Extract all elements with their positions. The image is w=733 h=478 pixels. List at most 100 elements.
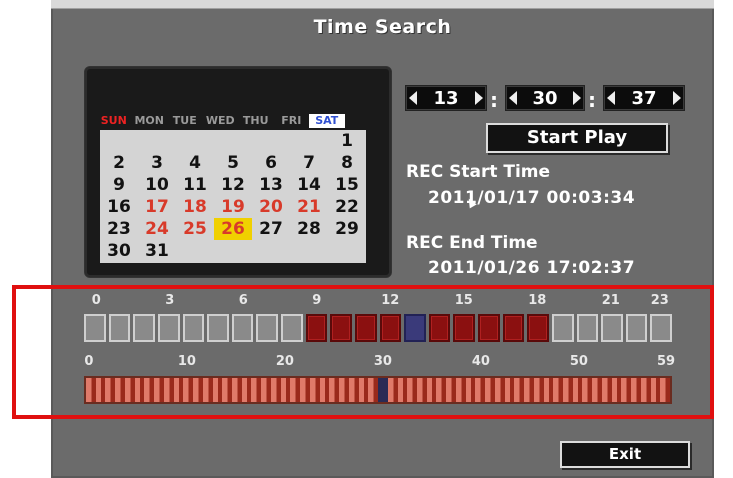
hour-slot[interactable] [576, 314, 599, 342]
hour-slot[interactable] [453, 314, 475, 342]
minute-slot[interactable] [611, 378, 622, 402]
calendar-day[interactable]: 11 [176, 174, 214, 196]
calendar-day[interactable]: 28 [290, 218, 328, 240]
hour-slot[interactable] [157, 314, 180, 342]
calendar-day[interactable]: 21 [290, 196, 328, 218]
hour-slot[interactable] [281, 314, 303, 342]
minute-timeline[interactable] [84, 376, 672, 404]
minute-slot[interactable] [232, 378, 242, 402]
hour-slot[interactable] [502, 314, 525, 342]
calendar-day[interactable]: 6 [252, 152, 290, 174]
calendar-day[interactable]: 27 [252, 218, 290, 240]
hour-slot[interactable] [601, 314, 623, 342]
minute-slot[interactable] [436, 378, 447, 402]
hour-slot[interactable] [404, 314, 426, 342]
minute-slot[interactable] [241, 378, 252, 402]
hour-slot[interactable] [256, 314, 278, 342]
minute-slot[interactable] [572, 378, 583, 402]
minute-slot[interactable] [329, 378, 340, 402]
minute-slot[interactable] [621, 378, 632, 402]
hour-spinner[interactable]: 13 [405, 85, 487, 111]
second-decrease-icon[interactable] [607, 91, 615, 105]
minute-slot[interactable] [601, 378, 612, 402]
hour-slot[interactable] [330, 314, 352, 342]
hour-slot[interactable] [108, 314, 131, 342]
minute-slot[interactable] [339, 378, 349, 402]
hour-increase-icon[interactable] [475, 91, 483, 105]
minute-slot[interactable] [455, 378, 466, 402]
minute-slot[interactable] [251, 378, 262, 402]
calendar-day[interactable]: 20 [252, 196, 290, 218]
hour-slot[interactable] [305, 314, 328, 342]
calendar-day[interactable]: 31 [138, 240, 176, 262]
minute-slot[interactable] [202, 378, 213, 402]
calendar-day[interactable]: 24 [138, 218, 176, 240]
minute-slot[interactable] [407, 378, 417, 402]
second-increase-icon[interactable] [673, 91, 681, 105]
calendar-day[interactable]: 30 [100, 240, 138, 262]
minute-slot[interactable] [105, 378, 116, 402]
calendar-day[interactable]: 10 [138, 174, 176, 196]
minute-slot[interactable] [144, 378, 155, 402]
calendar-day[interactable]: 23 [100, 218, 138, 240]
calendar-day[interactable]: 4 [176, 152, 214, 174]
minute-slot[interactable] [553, 378, 563, 402]
minute-slot[interactable] [485, 378, 495, 402]
minute-slot[interactable] [514, 378, 525, 402]
minute-slot[interactable] [348, 378, 359, 402]
minute-slot[interactable] [154, 378, 164, 402]
calendar-day[interactable]: 18 [176, 196, 214, 218]
minute-slot[interactable] [543, 378, 554, 402]
minute-slot[interactable] [300, 378, 310, 402]
minute-spinner[interactable]: 30 [505, 85, 585, 111]
calendar-day[interactable]: 14 [290, 174, 328, 196]
minute-slot[interactable] [115, 378, 125, 402]
minute-slot[interactable] [524, 378, 534, 402]
minute-slot[interactable] [504, 378, 515, 402]
hour-slot[interactable] [551, 314, 574, 342]
minute-slot[interactable] [592, 378, 602, 402]
calendar-day[interactable]: 15 [328, 174, 366, 196]
minute-slot[interactable] [640, 378, 651, 402]
calendar-day[interactable]: 1 [328, 130, 366, 152]
minute-slot[interactable] [465, 378, 476, 402]
hour-slot[interactable] [379, 314, 402, 342]
minute-slot[interactable] [173, 378, 184, 402]
minute-slot[interactable] [163, 378, 174, 402]
calendar-day[interactable]: 2 [100, 152, 138, 174]
calendar-day[interactable]: 29 [328, 218, 366, 240]
hour-slot[interactable] [231, 314, 254, 342]
hour-slot[interactable] [354, 314, 377, 342]
hour-timeline[interactable] [84, 314, 672, 342]
minute-slot[interactable] [86, 378, 96, 402]
minute-slot[interactable] [533, 378, 544, 402]
calendar-day[interactable]: 25 [176, 218, 214, 240]
minute-slot[interactable] [261, 378, 271, 402]
minute-slot[interactable] [582, 378, 593, 402]
hour-decrease-icon[interactable] [409, 91, 417, 105]
minute-slot[interactable] [222, 378, 233, 402]
minute-slot[interactable] [319, 378, 330, 402]
minute-slot[interactable] [494, 378, 505, 402]
start-play-button[interactable]: Start Play [486, 123, 668, 153]
calendar-day[interactable]: 17 [138, 196, 176, 218]
minute-slot[interactable] [270, 378, 281, 402]
minute-slot[interactable] [446, 378, 456, 402]
minute-slot[interactable] [660, 378, 671, 402]
minute-slot[interactable] [212, 378, 223, 402]
calendar-day[interactable]: 5 [214, 152, 252, 174]
minute-slot[interactable] [290, 378, 301, 402]
hour-slot[interactable] [625, 314, 648, 342]
minute-slot[interactable] [378, 378, 388, 402]
calendar-day[interactable]: 8 [328, 152, 366, 174]
hour-slot[interactable] [428, 314, 451, 342]
minute-slot[interactable] [193, 378, 203, 402]
minute-slot[interactable] [631, 378, 641, 402]
minute-slot[interactable] [280, 378, 291, 402]
minute-slot[interactable] [134, 378, 145, 402]
hour-slot[interactable] [133, 314, 155, 342]
calendar-day[interactable]: 22 [328, 196, 366, 218]
minute-slot[interactable] [95, 378, 106, 402]
minute-slot[interactable] [368, 378, 379, 402]
minute-slot[interactable] [309, 378, 320, 402]
